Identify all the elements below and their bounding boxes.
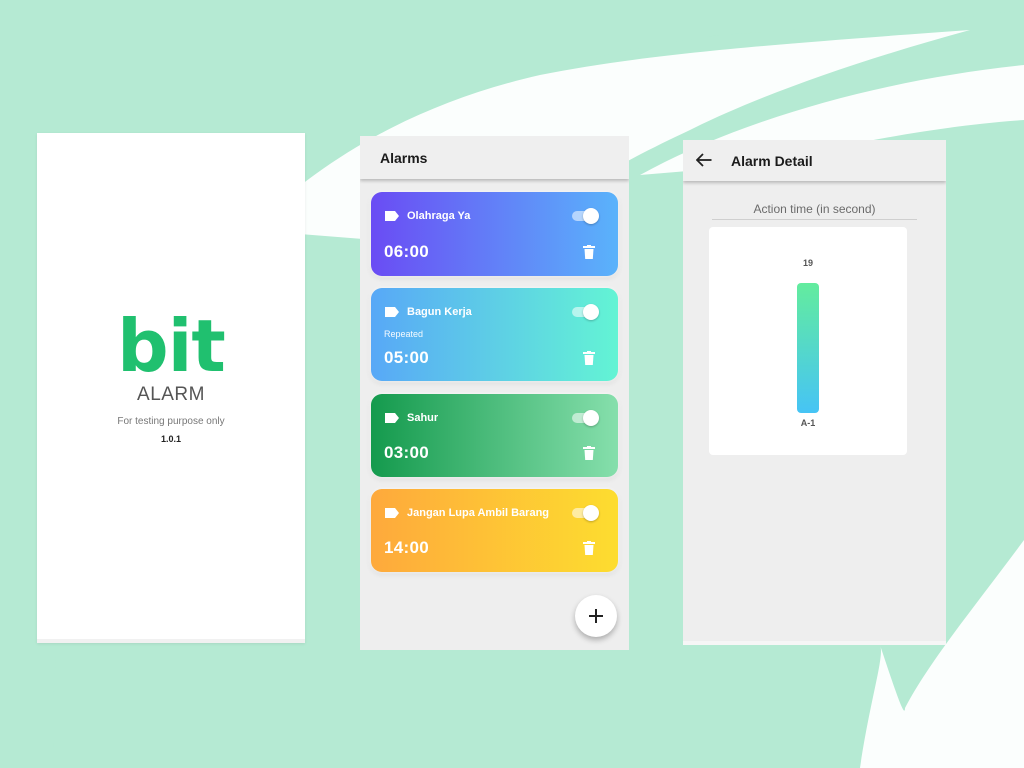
alarm-label-row: Bagun Kerja bbox=[384, 306, 472, 318]
alarm-toggle[interactable] bbox=[570, 410, 599, 426]
app-bar: Alarms bbox=[360, 136, 629, 179]
alarm-label: Jangan Lupa Ambil Barang bbox=[407, 507, 550, 519]
alarm-label: Bagun Kerja bbox=[407, 306, 472, 318]
alarm-card[interactable]: Olahraga Ya 06:00 bbox=[371, 192, 618, 276]
alarm-label-row: Sahur bbox=[384, 412, 438, 424]
divider bbox=[712, 219, 917, 220]
alarm-time: 14:00 bbox=[384, 538, 429, 557]
alarm-toggle[interactable] bbox=[570, 304, 599, 320]
app-bar: Alarm Detail bbox=[683, 140, 946, 181]
alarm-label-row: Jangan Lupa Ambil Barang bbox=[384, 507, 549, 519]
alarm-time: 06:00 bbox=[384, 242, 429, 261]
alarm-toggle[interactable] bbox=[570, 505, 599, 521]
page-title: Alarms bbox=[380, 150, 428, 166]
alarm-detail-screen: Alarm Detail Action time (in second) 19 A… bbox=[683, 140, 946, 645]
chart-section-title: Action time (in second) bbox=[753, 202, 876, 216]
alarm-card[interactable]: Sahur 03:00 bbox=[371, 394, 618, 477]
trash-icon[interactable] bbox=[583, 245, 595, 259]
chart-bar bbox=[797, 283, 819, 413]
tag-icon bbox=[385, 307, 399, 317]
tag-icon bbox=[385, 211, 399, 221]
trash-icon[interactable] bbox=[583, 541, 595, 555]
trash-icon[interactable] bbox=[583, 446, 595, 460]
alarm-card[interactable]: Bagun Kerja Repeated 05:00 bbox=[371, 288, 618, 381]
logo-subtitle: ALARM bbox=[137, 384, 205, 405]
bar-chart: 19 A-1 bbox=[797, 258, 819, 428]
chart-card: 19 A-1 bbox=[709, 227, 907, 455]
trash-icon[interactable] bbox=[583, 351, 595, 365]
plus-icon bbox=[589, 609, 603, 623]
alarm-time: 05:00 bbox=[384, 348, 429, 367]
chart-value-label: 19 bbox=[803, 258, 813, 268]
tagline: For testing purpose only bbox=[117, 416, 225, 427]
alarm-card[interactable]: Jangan Lupa Ambil Barang 14:00 bbox=[371, 489, 618, 572]
alarm-label: Sahur bbox=[407, 412, 439, 424]
nav-bar-strip bbox=[37, 639, 305, 643]
alarm-time: 03:00 bbox=[384, 443, 429, 462]
arrow-left-icon[interactable] bbox=[696, 153, 712, 167]
page-title: Alarm Detail bbox=[731, 153, 813, 169]
version-label: 1.0.1 bbox=[160, 434, 182, 444]
logo-wordmark: bit bbox=[117, 304, 226, 388]
chart-category-label: A-1 bbox=[801, 418, 816, 428]
alarm-toggle[interactable] bbox=[570, 208, 599, 224]
splash-screen: bit ALARM For testing purpose only 1.0.1 bbox=[37, 133, 305, 643]
tag-icon bbox=[385, 413, 399, 423]
nav-bar-strip bbox=[683, 641, 946, 645]
alarm-label-row: Olahraga Ya bbox=[384, 210, 470, 222]
add-alarm-button[interactable] bbox=[575, 595, 617, 637]
tag-icon bbox=[385, 508, 399, 518]
alarm-label: Olahraga Ya bbox=[407, 210, 471, 222]
alarms-screen: Alarms Olahraga Ya 06:00 Bagun Kerja Rep… bbox=[360, 136, 629, 650]
alarm-repeat-label: Repeated bbox=[384, 329, 424, 339]
